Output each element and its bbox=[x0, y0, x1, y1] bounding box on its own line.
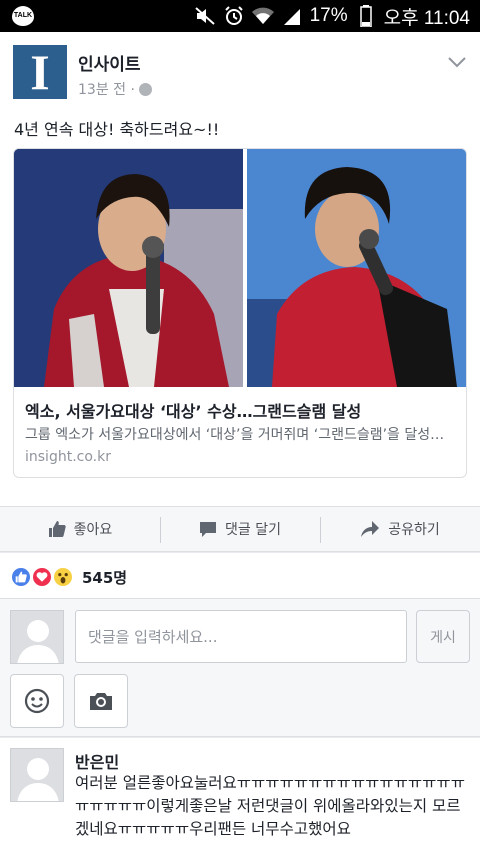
wow-reaction-icon bbox=[52, 566, 74, 588]
page-logo[interactable]: I bbox=[13, 45, 67, 99]
commenter-avatar[interactable] bbox=[10, 748, 64, 802]
post-text: 4년 연속 대상! 축하드려요~!! bbox=[14, 120, 220, 139]
status-bar: TALK 17% 오후 11:04 bbox=[0, 0, 480, 32]
current-user-avatar bbox=[10, 610, 64, 664]
comment-button[interactable]: 댓글 달기 bbox=[160, 507, 320, 551]
photo-right bbox=[247, 149, 466, 387]
status-icons: 17% 오후 11:04 bbox=[194, 0, 470, 32]
globe-icon bbox=[138, 82, 152, 96]
camera-button[interactable] bbox=[74, 674, 128, 728]
share-button[interactable]: 공유하기 bbox=[320, 507, 480, 551]
share-icon bbox=[361, 521, 380, 537]
link-preview-card[interactable]: 엑소, 서울가요대상 ‘대상’ 수상…그랜드슬램 달성 그룹 엑소가 서울가요대… bbox=[13, 148, 467, 478]
post-comment-button[interactable]: 게시 bbox=[416, 610, 470, 663]
share-label: 공유하기 bbox=[388, 522, 440, 538]
comment-label: 댓글 달기 bbox=[225, 522, 281, 538]
mute-icon bbox=[194, 5, 216, 27]
emoji-button[interactable] bbox=[10, 674, 64, 728]
post-meta: 13분 전 · bbox=[78, 79, 152, 99]
kakaotalk-notification-icon: TALK bbox=[12, 6, 34, 26]
reactions-summary[interactable]: 545명 bbox=[0, 553, 480, 599]
post-action-bar: 좋아요 댓글 달기 공유하기 bbox=[0, 506, 480, 552]
comment-item: 반은민 여러분 얼른좋아요눌러요ㅠㅠㅠㅠㅠㅠㅠㅠㅠㅠㅠㅠㅠㅠㅠㅠㅠㅠㅠㅠㅠ이렇게… bbox=[0, 738, 480, 853]
like-reaction-icon bbox=[10, 566, 32, 588]
thumbs-up-icon bbox=[48, 521, 66, 537]
comment-input[interactable] bbox=[75, 610, 407, 663]
comment-text: 여러분 얼른좋아요눌러요ㅠㅠㅠㅠㅠㅠㅠㅠㅠㅠㅠㅠㅠㅠㅠㅠㅠㅠㅠㅠㅠ이렇게좋은날 … bbox=[75, 774, 465, 838]
alarm-icon bbox=[223, 5, 245, 27]
signal-icon bbox=[281, 5, 303, 27]
reaction-count[interactable]: 545명 bbox=[82, 567, 127, 588]
love-reaction-icon bbox=[31, 566, 53, 588]
battery-percent: 17% bbox=[309, 5, 348, 26]
comment-composer: 게시 bbox=[0, 599, 480, 737]
battery-icon bbox=[355, 5, 377, 27]
link-title[interactable]: 엑소, 서울가요대상 ‘대상’ 수상…그랜드슬램 달성 bbox=[25, 398, 361, 422]
link-description: 그룹 엑소가 서울가요대상에서 ‘대상’을 거머쥐며 ‘그랜드슬램’을 달성했다… bbox=[25, 427, 457, 443]
wifi-icon bbox=[251, 5, 274, 27]
photo-left bbox=[14, 149, 243, 387]
comment-icon bbox=[200, 522, 216, 537]
link-preview-image[interactable] bbox=[14, 149, 466, 387]
like-button[interactable]: 좋아요 bbox=[0, 507, 160, 551]
logo-letter: I bbox=[30, 44, 50, 100]
feed-post: I 인사이트 13분 전 · 4년 연속 대상! 축하드려요~!! 엑소, 서울… bbox=[0, 32, 480, 506]
chevron-down-icon[interactable] bbox=[448, 56, 466, 68]
commenter-name[interactable]: 반은민 bbox=[75, 749, 119, 773]
post-author[interactable]: 인사이트 bbox=[78, 50, 141, 75]
like-label: 좋아요 bbox=[73, 522, 113, 538]
camera-icon bbox=[90, 693, 112, 710]
link-domain: insight.co.kr bbox=[25, 449, 111, 465]
clock: 오후 11:04 bbox=[383, 7, 470, 29]
smiley-icon bbox=[24, 688, 50, 714]
post-time[interactable]: 13분 전 · bbox=[78, 79, 135, 99]
